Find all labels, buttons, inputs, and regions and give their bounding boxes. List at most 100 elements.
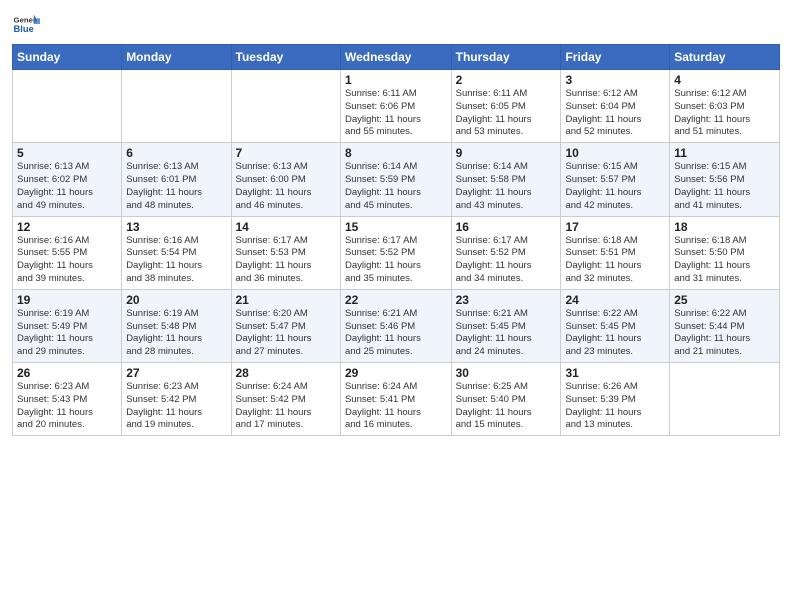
- day-number: 18: [674, 220, 775, 234]
- day-number: 7: [236, 146, 336, 160]
- day-number: 13: [126, 220, 226, 234]
- day-number: 4: [674, 73, 775, 87]
- day-cell: 7Sunrise: 6:13 AM Sunset: 6:00 PM Daylig…: [231, 143, 340, 216]
- day-number: 6: [126, 146, 226, 160]
- day-number: 19: [17, 293, 117, 307]
- day-number: 29: [345, 366, 447, 380]
- svg-text:Blue: Blue: [14, 24, 34, 34]
- day-cell: 11Sunrise: 6:15 AM Sunset: 5:56 PM Dayli…: [670, 143, 780, 216]
- day-cell: 6Sunrise: 6:13 AM Sunset: 6:01 PM Daylig…: [122, 143, 231, 216]
- day-info: Sunrise: 6:16 AM Sunset: 5:55 PM Dayligh…: [17, 235, 117, 286]
- day-cell: 19Sunrise: 6:19 AM Sunset: 5:49 PM Dayli…: [13, 289, 122, 362]
- day-number: 3: [565, 73, 665, 87]
- weekday-header-saturday: Saturday: [670, 45, 780, 70]
- day-number: 23: [456, 293, 557, 307]
- day-cell: 17Sunrise: 6:18 AM Sunset: 5:51 PM Dayli…: [561, 216, 670, 289]
- day-number: 5: [17, 146, 117, 160]
- day-cell: 1Sunrise: 6:11 AM Sunset: 6:06 PM Daylig…: [340, 70, 451, 143]
- day-info: Sunrise: 6:14 AM Sunset: 5:59 PM Dayligh…: [345, 161, 447, 212]
- day-number: 24: [565, 293, 665, 307]
- day-cell: [231, 70, 340, 143]
- day-info: Sunrise: 6:21 AM Sunset: 5:46 PM Dayligh…: [345, 308, 447, 359]
- day-number: 30: [456, 366, 557, 380]
- weekday-header-sunday: Sunday: [13, 45, 122, 70]
- day-info: Sunrise: 6:11 AM Sunset: 6:05 PM Dayligh…: [456, 88, 557, 139]
- week-row-1: 1Sunrise: 6:11 AM Sunset: 6:06 PM Daylig…: [13, 70, 780, 143]
- day-cell: 31Sunrise: 6:26 AM Sunset: 5:39 PM Dayli…: [561, 363, 670, 436]
- day-cell: 28Sunrise: 6:24 AM Sunset: 5:42 PM Dayli…: [231, 363, 340, 436]
- day-number: 15: [345, 220, 447, 234]
- day-number: 16: [456, 220, 557, 234]
- day-info: Sunrise: 6:17 AM Sunset: 5:52 PM Dayligh…: [345, 235, 447, 286]
- day-cell: 14Sunrise: 6:17 AM Sunset: 5:53 PM Dayli…: [231, 216, 340, 289]
- weekday-header-thursday: Thursday: [451, 45, 561, 70]
- day-info: Sunrise: 6:12 AM Sunset: 6:04 PM Dayligh…: [565, 88, 665, 139]
- day-number: 8: [345, 146, 447, 160]
- day-cell: 2Sunrise: 6:11 AM Sunset: 6:05 PM Daylig…: [451, 70, 561, 143]
- week-row-5: 26Sunrise: 6:23 AM Sunset: 5:43 PM Dayli…: [13, 363, 780, 436]
- day-cell: 24Sunrise: 6:22 AM Sunset: 5:45 PM Dayli…: [561, 289, 670, 362]
- weekday-header-wednesday: Wednesday: [340, 45, 451, 70]
- week-row-2: 5Sunrise: 6:13 AM Sunset: 6:02 PM Daylig…: [13, 143, 780, 216]
- day-info: Sunrise: 6:22 AM Sunset: 5:45 PM Dayligh…: [565, 308, 665, 359]
- day-info: Sunrise: 6:17 AM Sunset: 5:53 PM Dayligh…: [236, 235, 336, 286]
- day-number: 26: [17, 366, 117, 380]
- day-cell: 21Sunrise: 6:20 AM Sunset: 5:47 PM Dayli…: [231, 289, 340, 362]
- weekday-header-monday: Monday: [122, 45, 231, 70]
- day-number: 14: [236, 220, 336, 234]
- day-cell: [122, 70, 231, 143]
- weekday-header-row: SundayMondayTuesdayWednesdayThursdayFrid…: [13, 45, 780, 70]
- weekday-header-tuesday: Tuesday: [231, 45, 340, 70]
- day-cell: 8Sunrise: 6:14 AM Sunset: 5:59 PM Daylig…: [340, 143, 451, 216]
- day-info: Sunrise: 6:13 AM Sunset: 6:01 PM Dayligh…: [126, 161, 226, 212]
- day-info: Sunrise: 6:15 AM Sunset: 5:57 PM Dayligh…: [565, 161, 665, 212]
- day-number: 12: [17, 220, 117, 234]
- day-info: Sunrise: 6:23 AM Sunset: 5:43 PM Dayligh…: [17, 381, 117, 432]
- weekday-header-friday: Friday: [561, 45, 670, 70]
- day-number: 28: [236, 366, 336, 380]
- day-cell: 16Sunrise: 6:17 AM Sunset: 5:52 PM Dayli…: [451, 216, 561, 289]
- day-cell: 15Sunrise: 6:17 AM Sunset: 5:52 PM Dayli…: [340, 216, 451, 289]
- day-number: 25: [674, 293, 775, 307]
- day-info: Sunrise: 6:23 AM Sunset: 5:42 PM Dayligh…: [126, 381, 226, 432]
- day-number: 1: [345, 73, 447, 87]
- day-info: Sunrise: 6:20 AM Sunset: 5:47 PM Dayligh…: [236, 308, 336, 359]
- day-number: 17: [565, 220, 665, 234]
- day-cell: 3Sunrise: 6:12 AM Sunset: 6:04 PM Daylig…: [561, 70, 670, 143]
- day-info: Sunrise: 6:21 AM Sunset: 5:45 PM Dayligh…: [456, 308, 557, 359]
- day-info: Sunrise: 6:12 AM Sunset: 6:03 PM Dayligh…: [674, 88, 775, 139]
- logo: General Blue: [12, 10, 44, 38]
- day-info: Sunrise: 6:22 AM Sunset: 5:44 PM Dayligh…: [674, 308, 775, 359]
- day-cell: 5Sunrise: 6:13 AM Sunset: 6:02 PM Daylig…: [13, 143, 122, 216]
- day-info: Sunrise: 6:15 AM Sunset: 5:56 PM Dayligh…: [674, 161, 775, 212]
- day-cell: 30Sunrise: 6:25 AM Sunset: 5:40 PM Dayli…: [451, 363, 561, 436]
- week-row-4: 19Sunrise: 6:19 AM Sunset: 5:49 PM Dayli…: [13, 289, 780, 362]
- day-cell: 12Sunrise: 6:16 AM Sunset: 5:55 PM Dayli…: [13, 216, 122, 289]
- day-cell: 25Sunrise: 6:22 AM Sunset: 5:44 PM Dayli…: [670, 289, 780, 362]
- day-cell: 4Sunrise: 6:12 AM Sunset: 6:03 PM Daylig…: [670, 70, 780, 143]
- day-info: Sunrise: 6:14 AM Sunset: 5:58 PM Dayligh…: [456, 161, 557, 212]
- day-info: Sunrise: 6:13 AM Sunset: 6:02 PM Dayligh…: [17, 161, 117, 212]
- day-info: Sunrise: 6:17 AM Sunset: 5:52 PM Dayligh…: [456, 235, 557, 286]
- day-cell: 9Sunrise: 6:14 AM Sunset: 5:58 PM Daylig…: [451, 143, 561, 216]
- day-info: Sunrise: 6:19 AM Sunset: 5:48 PM Dayligh…: [126, 308, 226, 359]
- day-cell: [670, 363, 780, 436]
- day-cell: 18Sunrise: 6:18 AM Sunset: 5:50 PM Dayli…: [670, 216, 780, 289]
- day-info: Sunrise: 6:13 AM Sunset: 6:00 PM Dayligh…: [236, 161, 336, 212]
- day-number: 2: [456, 73, 557, 87]
- week-row-3: 12Sunrise: 6:16 AM Sunset: 5:55 PM Dayli…: [13, 216, 780, 289]
- day-number: 22: [345, 293, 447, 307]
- day-info: Sunrise: 6:25 AM Sunset: 5:40 PM Dayligh…: [456, 381, 557, 432]
- header: General Blue: [12, 10, 780, 38]
- day-number: 9: [456, 146, 557, 160]
- day-info: Sunrise: 6:24 AM Sunset: 5:41 PM Dayligh…: [345, 381, 447, 432]
- day-number: 11: [674, 146, 775, 160]
- day-number: 21: [236, 293, 336, 307]
- day-cell: 22Sunrise: 6:21 AM Sunset: 5:46 PM Dayli…: [340, 289, 451, 362]
- page: General Blue SundayMondayTuesdayWednesda…: [0, 0, 792, 612]
- day-cell: 26Sunrise: 6:23 AM Sunset: 5:43 PM Dayli…: [13, 363, 122, 436]
- day-cell: 29Sunrise: 6:24 AM Sunset: 5:41 PM Dayli…: [340, 363, 451, 436]
- day-number: 27: [126, 366, 226, 380]
- day-cell: 10Sunrise: 6:15 AM Sunset: 5:57 PM Dayli…: [561, 143, 670, 216]
- day-number: 10: [565, 146, 665, 160]
